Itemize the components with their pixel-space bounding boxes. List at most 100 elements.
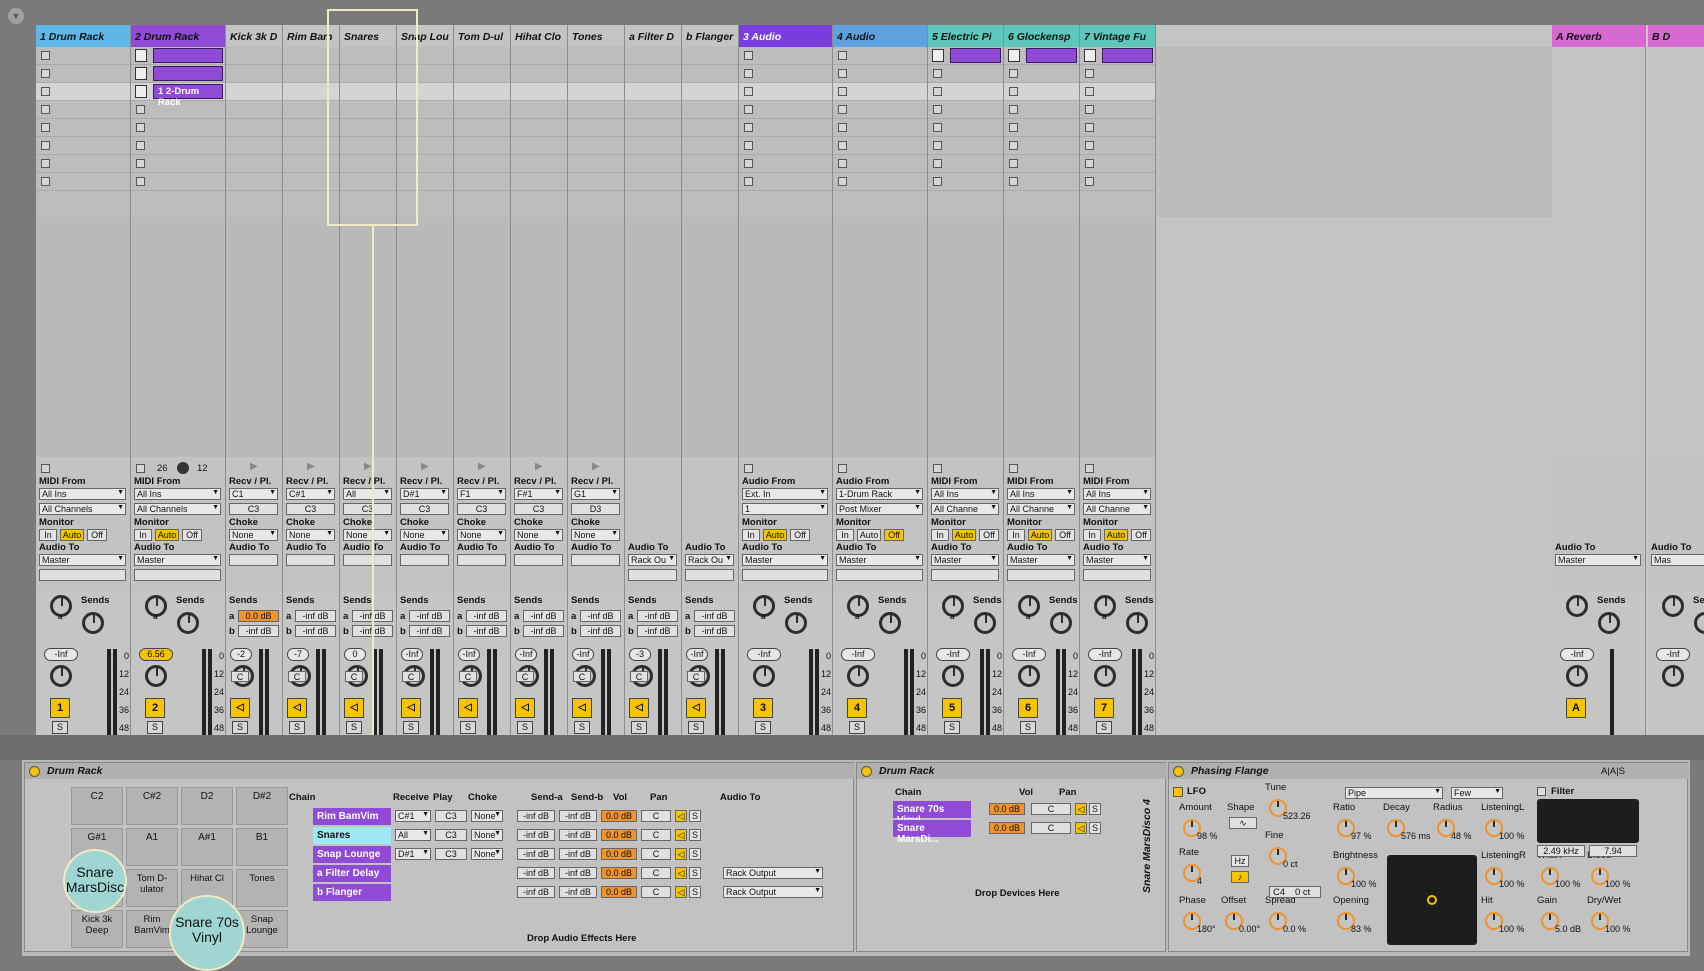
input-type-dropdown[interactable]: All Ins bbox=[134, 488, 221, 500]
stop-button[interactable] bbox=[744, 69, 753, 78]
solo-button[interactable]: S bbox=[574, 721, 590, 734]
audio-to-dropdown[interactable]: Master bbox=[1007, 554, 1075, 566]
monitor-off-button[interactable]: Off bbox=[1055, 529, 1075, 541]
clip-slot[interactable] bbox=[36, 65, 130, 83]
clip-slot[interactable] bbox=[568, 137, 624, 155]
clip-slot[interactable] bbox=[511, 47, 567, 65]
clip-slot[interactable] bbox=[226, 47, 282, 65]
vol-field[interactable]: 0.0 dB bbox=[989, 822, 1025, 834]
input-type-dropdown[interactable]: All Ins bbox=[39, 488, 126, 500]
audio-to-field[interactable] bbox=[400, 554, 449, 566]
pan-field[interactable]: C bbox=[1031, 822, 1071, 834]
clip-play-button[interactable] bbox=[1008, 49, 1020, 62]
clip-slot[interactable] bbox=[511, 65, 567, 83]
audio-to-channel[interactable] bbox=[685, 569, 734, 581]
send-b-field[interactable]: -inf dB bbox=[238, 625, 279, 637]
chain-name[interactable]: b Flanger bbox=[313, 884, 391, 901]
chain-solo[interactable]: S bbox=[689, 810, 701, 822]
chain-row[interactable]: Snap Lounge D#1 C3 None -inf dB -inf dB 0.0 dB… bbox=[313, 846, 853, 863]
clip-slot[interactable] bbox=[131, 155, 225, 173]
stop-button[interactable] bbox=[136, 159, 145, 168]
stop-all-button[interactable] bbox=[1009, 464, 1018, 473]
send-b-knob[interactable] bbox=[785, 612, 807, 634]
send-b-field[interactable]: -inf dB bbox=[295, 625, 336, 637]
clip-slot[interactable] bbox=[1004, 47, 1079, 65]
volume-value[interactable]: -Inf bbox=[686, 648, 708, 661]
stop-all-button[interactable] bbox=[933, 464, 942, 473]
clip-slot[interactable] bbox=[36, 47, 130, 65]
monitor-in-button[interactable]: In bbox=[134, 529, 152, 541]
pan-field[interactable]: C bbox=[573, 671, 591, 682]
pan-knob[interactable] bbox=[1018, 665, 1040, 687]
audio-to-field[interactable] bbox=[514, 554, 563, 566]
clip-slot[interactable] bbox=[1080, 65, 1155, 83]
track-activator-button[interactable]: ◁ bbox=[287, 698, 307, 718]
audio-to-channel[interactable] bbox=[628, 569, 677, 581]
chain-row[interactable]: Snare MarsDi... 0.0 dB C ◁ S bbox=[893, 820, 1143, 845]
device-power-icon[interactable] bbox=[861, 766, 872, 777]
send-b-field[interactable]: -inf dB bbox=[559, 848, 597, 860]
input-channel-dropdown[interactable]: All Channels bbox=[134, 503, 221, 515]
clip-slot[interactable]: 1 2-Drum Rack bbox=[131, 83, 225, 108]
clip-slot[interactable] bbox=[625, 65, 681, 83]
send-a-field[interactable]: -inf dB bbox=[409, 610, 450, 622]
receive-dropdown[interactable]: C#1 bbox=[286, 488, 335, 500]
audio-to-channel[interactable] bbox=[1083, 569, 1151, 581]
clip-slot[interactable] bbox=[511, 155, 567, 173]
clip-slot[interactable] bbox=[226, 119, 282, 137]
clip-slot[interactable] bbox=[682, 155, 738, 173]
send-b-field[interactable]: -inf dB bbox=[694, 625, 735, 637]
clip-slot[interactable] bbox=[568, 119, 624, 137]
clip-slot[interactable] bbox=[568, 83, 624, 101]
audio-to-dropdown[interactable]: Rack Output bbox=[723, 886, 823, 898]
clip-slot[interactable] bbox=[36, 155, 130, 173]
solo-button[interactable]: S bbox=[631, 721, 647, 734]
solo-button[interactable]: S bbox=[52, 721, 68, 734]
track-header[interactable]: 5 Electric Pi bbox=[928, 25, 1003, 47]
clip-slot[interactable] bbox=[1080, 155, 1155, 173]
chain-name[interactable]: Rim BamVim bbox=[313, 808, 391, 825]
clip-slot[interactable] bbox=[682, 83, 738, 101]
pan-field[interactable]: C bbox=[630, 671, 648, 682]
stop-button[interactable] bbox=[41, 105, 50, 114]
lfo-checkbox[interactable] bbox=[1173, 787, 1183, 797]
clip-slot[interactable] bbox=[928, 101, 1003, 119]
audio-to-field[interactable] bbox=[343, 554, 392, 566]
clip-slot[interactable] bbox=[568, 65, 624, 83]
track-header[interactable]: Tom D-ul bbox=[454, 25, 510, 47]
choke-dropdown[interactable]: None bbox=[471, 829, 503, 841]
solo-button[interactable]: S bbox=[460, 721, 476, 734]
choke-dropdown[interactable]: None bbox=[457, 529, 506, 541]
send-a-knob[interactable] bbox=[1662, 595, 1684, 617]
stop-button[interactable] bbox=[933, 159, 942, 168]
track-activator-button[interactable]: ◁ bbox=[458, 698, 478, 718]
receive-dropdown[interactable]: F1 bbox=[457, 488, 506, 500]
volume-value[interactable]: -Inf bbox=[1560, 648, 1594, 661]
audio-to-field[interactable] bbox=[571, 554, 620, 566]
clip-slot[interactable] bbox=[1080, 173, 1155, 191]
volume-value[interactable]: -7 bbox=[287, 648, 309, 661]
chain-activator[interactable]: ◁ bbox=[1075, 803, 1087, 815]
clip-slot[interactable] bbox=[928, 119, 1003, 137]
chain-solo[interactable]: S bbox=[689, 886, 701, 898]
chain-row[interactable]: b Flanger -inf dB -inf dB 0.0 dB C ◁ S Rack Out… bbox=[313, 884, 853, 901]
vol-field[interactable]: 0.0 dB bbox=[601, 886, 637, 898]
clip-slot[interactable] bbox=[833, 119, 927, 137]
pan-field[interactable]: C bbox=[288, 671, 306, 682]
pan-field[interactable]: C bbox=[641, 886, 671, 898]
clip[interactable] bbox=[153, 48, 223, 63]
receive-dropdown[interactable]: G1 bbox=[571, 488, 620, 500]
pan-field[interactable]: C bbox=[1031, 803, 1071, 815]
stop-all-button[interactable] bbox=[744, 464, 753, 473]
send-a-field[interactable]: 0.0 dB bbox=[238, 610, 279, 622]
clip[interactable] bbox=[1026, 48, 1077, 63]
clip-slot[interactable] bbox=[682, 47, 738, 65]
pan-field[interactable]: C bbox=[641, 867, 671, 879]
track-header[interactable]: Hihat Clo bbox=[511, 25, 567, 47]
clip-slot[interactable] bbox=[625, 101, 681, 119]
clip[interactable] bbox=[1102, 48, 1153, 63]
clip-slot[interactable] bbox=[454, 137, 510, 155]
shape-selector[interactable]: ∿ bbox=[1229, 817, 1257, 829]
pan-field[interactable]: C bbox=[516, 671, 534, 682]
volume-value[interactable]: -2 bbox=[230, 648, 252, 661]
